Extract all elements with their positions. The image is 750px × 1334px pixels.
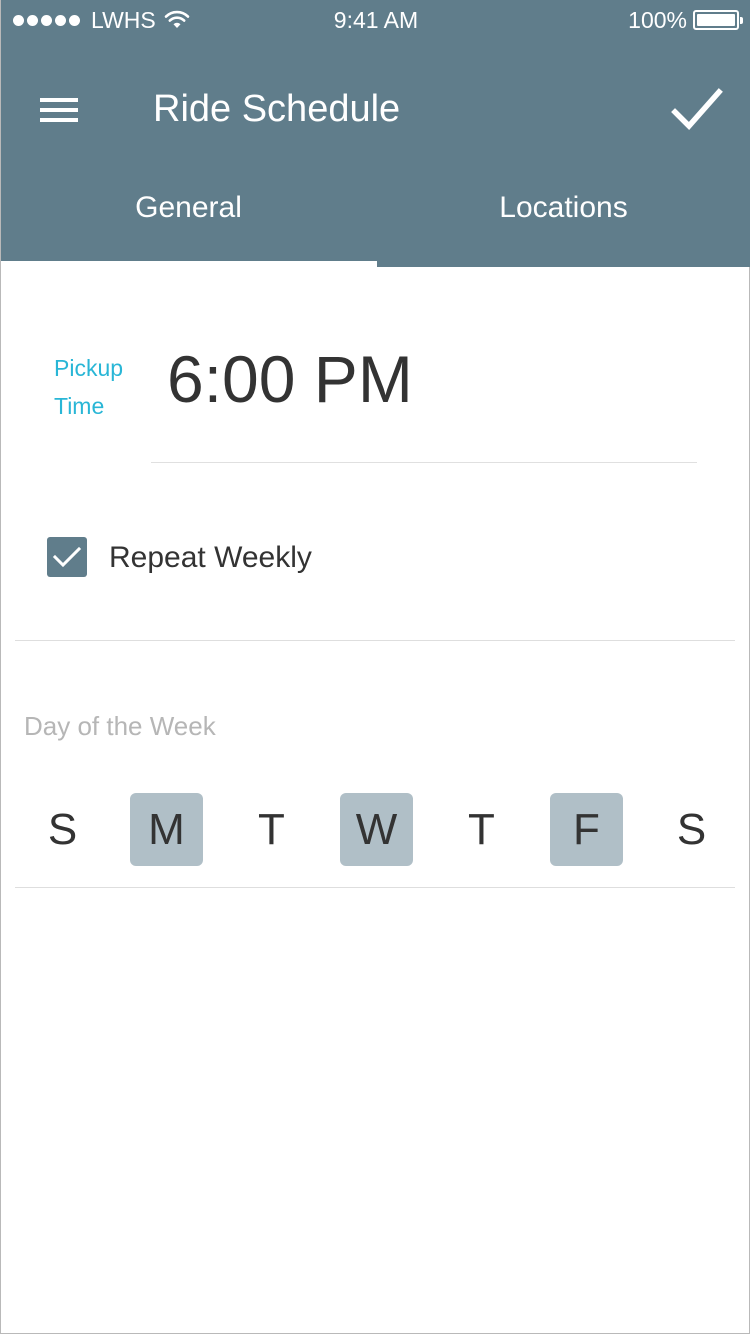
- toolbar: Ride Schedule: [1, 60, 750, 160]
- app-header: LWHS 9:41 AM 100% Ride Schedule General …: [1, 0, 750, 267]
- page-title: Ride Schedule: [153, 88, 401, 130]
- menu-button[interactable]: [29, 80, 89, 140]
- repeat-weekly-label: Repeat Weekly: [109, 541, 312, 574]
- menu-icon: [40, 98, 78, 122]
- check-icon: [671, 88, 723, 131]
- day-thursday[interactable]: T: [445, 793, 518, 866]
- pickup-time-underline: [151, 462, 697, 463]
- divider: [15, 640, 735, 641]
- tab-locations-label: Locations: [499, 191, 628, 224]
- pickup-label-line1: Pickup: [54, 355, 124, 381]
- tab-bar: General Locations: [1, 168, 750, 267]
- checkmark-icon: [52, 546, 82, 568]
- pickup-time-field[interactable]: 6:00 PM: [167, 340, 413, 418]
- day-of-week-heading: Day of the Week: [24, 711, 216, 741]
- tab-general[interactable]: General: [1, 168, 377, 267]
- battery-icon: [693, 10, 743, 30]
- app-frame: LWHS 9:41 AM 100% Ride Schedule General …: [0, 0, 750, 1334]
- day-monday[interactable]: M: [130, 793, 203, 866]
- pickup-time-section: Pickup Time 6:00 PM: [1, 300, 750, 465]
- day-tuesday[interactable]: T: [235, 793, 308, 866]
- day-selector: S M T W T F S: [26, 793, 726, 866]
- pickup-time-label: Pickup Time: [54, 349, 144, 425]
- divider: [15, 887, 735, 888]
- day-sunday[interactable]: S: [26, 793, 99, 866]
- status-right: 100%: [628, 7, 743, 33]
- repeat-weekly-row[interactable]: Repeat Weekly: [1, 528, 750, 590]
- tab-general-label: General: [135, 191, 242, 224]
- day-friday[interactable]: F: [550, 793, 623, 866]
- day-wednesday[interactable]: W: [340, 793, 413, 866]
- pickup-label-line2: Time: [54, 393, 105, 419]
- battery-percent: 100%: [628, 7, 687, 33]
- repeat-weekly-checkbox[interactable]: [47, 537, 87, 577]
- active-tab-indicator: [1, 261, 377, 267]
- done-button[interactable]: [665, 78, 729, 142]
- day-saturday[interactable]: S: [655, 793, 728, 866]
- tab-locations[interactable]: Locations: [376, 168, 750, 267]
- status-bar: LWHS 9:41 AM 100%: [1, 0, 750, 40]
